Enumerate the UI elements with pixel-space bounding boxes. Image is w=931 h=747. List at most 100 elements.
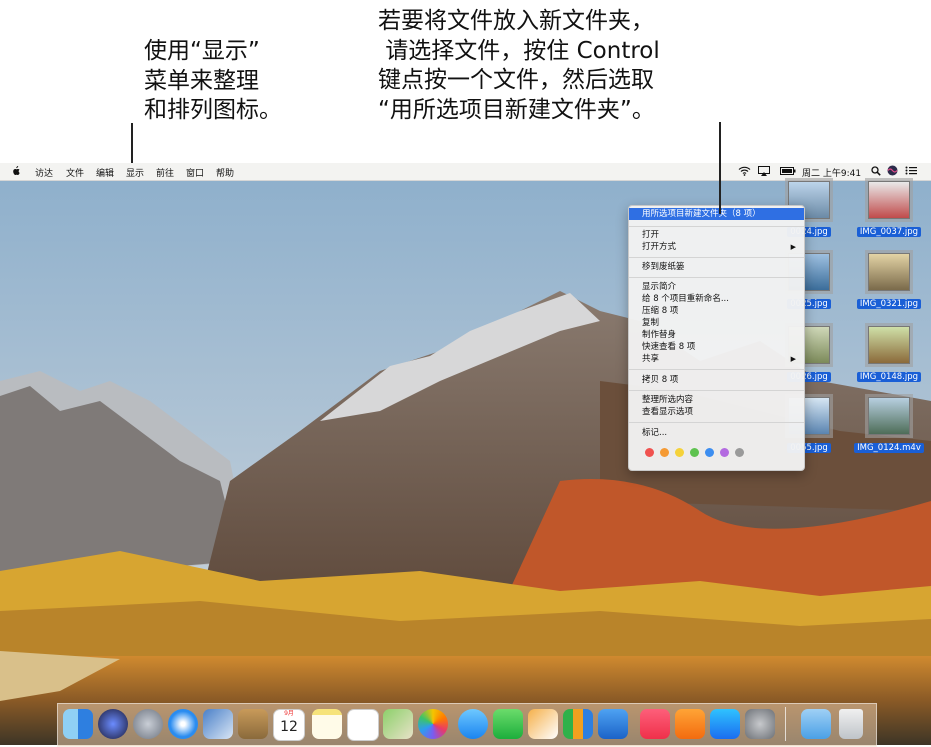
tag-orange[interactable]	[660, 448, 669, 457]
menu-item-label: 查看显示选项	[642, 407, 694, 417]
file-label[interactable]: IMG_0148.jpg	[856, 372, 922, 382]
menu-item-label: 共享	[642, 354, 660, 364]
notes-icon[interactable]	[312, 709, 342, 739]
menu-item-label: 制作替身	[642, 330, 677, 340]
dock: 9月 12	[57, 703, 877, 747]
books-icon[interactable]	[675, 709, 705, 739]
callout-line: “用所选项目新建文件夹”。	[378, 96, 655, 123]
calendar-day: 12	[280, 719, 298, 735]
menu-item-label: 快速查看 8 项	[642, 342, 696, 352]
menu-item-label: 标记...	[642, 428, 668, 438]
menu-separator	[629, 257, 804, 258]
menu-finder[interactable]: 访达	[35, 166, 53, 179]
tag-blue[interactable]	[705, 448, 714, 457]
menu-go[interactable]: 前往	[156, 166, 174, 179]
menu-help[interactable]: 帮助	[216, 166, 234, 179]
menu-item-clean-up-selection[interactable]: 整理所选内容	[629, 394, 804, 406]
pages-icon[interactable]	[528, 709, 558, 739]
callout-line: 请选择文件，按住 Control	[378, 37, 660, 64]
file-thumbnail	[868, 397, 910, 435]
menu-view[interactable]: 显示	[126, 166, 144, 179]
callout-line: 菜单来整理	[144, 67, 259, 94]
siri-icon[interactable]	[887, 165, 898, 176]
messages-icon[interactable]	[458, 709, 488, 739]
menu-item-label: 打开	[642, 230, 660, 240]
trash-icon[interactable]	[839, 709, 863, 739]
menu-item-tags[interactable]: 标记...	[629, 427, 804, 439]
calendar-icon[interactable]: 9月 12	[273, 709, 305, 741]
file-thumbnail	[868, 326, 910, 364]
callout-leader-line	[131, 123, 133, 168]
safari-icon[interactable]	[168, 709, 198, 739]
desktop-file[interactable]: IMG_0037.jpg	[849, 181, 929, 238]
tag-red[interactable]	[645, 448, 654, 457]
photos-icon[interactable]	[418, 709, 448, 739]
dock-divider	[785, 707, 786, 741]
menu-item-label: 复制	[642, 318, 660, 328]
file-label[interactable]: IMG_0037.jpg	[856, 227, 922, 237]
menu-item-quick-look[interactable]: 快速查看 8 项	[629, 341, 804, 353]
menu-item-copy[interactable]: 拷贝 8 项	[629, 374, 804, 386]
menu-window[interactable]: 窗口	[186, 166, 204, 179]
menu-item-duplicate[interactable]: 复制	[629, 317, 804, 329]
spotlight-icon[interactable]	[871, 166, 881, 176]
desktop-file[interactable]: IMG_0124.m4v	[849, 397, 929, 454]
callout-line: 键点按一个文件，然后选取	[378, 67, 654, 93]
menu-item-move-to-trash[interactable]: 移到废纸篓	[629, 261, 804, 273]
menubar-clock[interactable]: 周二 上午9:41	[802, 166, 861, 179]
desktop-file[interactable]: IMG_0148.jpg	[849, 326, 929, 383]
airplay-icon[interactable]	[758, 166, 770, 176]
desktop-file[interactable]: IMG_0321.jpg	[849, 253, 929, 310]
app-store-icon[interactable]	[710, 709, 740, 739]
menu-item-rename[interactable]: 给 8 个项目重新命名...	[629, 293, 804, 305]
photo-booth-icon[interactable]	[203, 709, 233, 739]
menu-item-open[interactable]: 打开	[629, 229, 804, 241]
menu-item-compress[interactable]: 压缩 8 项	[629, 305, 804, 317]
callout-line: 若要将文件放入新文件夹，	[378, 8, 654, 34]
menu-item-label: 给 8 个项目重新命名...	[642, 294, 729, 304]
menu-item-label: 压缩 8 项	[642, 306, 679, 316]
siri-icon[interactable]	[98, 709, 128, 739]
menu-separator	[629, 369, 804, 370]
tag-yellow[interactable]	[675, 448, 684, 457]
menu-separator	[629, 390, 804, 391]
callout-leader-line	[719, 122, 721, 214]
context-menu: 用所选项目新建文件夹（8 项） 打开 打开方式 ▶ 移到废纸篓 显示简介 给 8 …	[628, 205, 805, 471]
callout-view-menu: 使用“显示” 菜单来整理 和排列图标。	[144, 37, 282, 126]
file-thumbnail	[868, 181, 910, 219]
tag-gray[interactable]	[735, 448, 744, 457]
contacts-icon[interactable]	[238, 709, 268, 739]
menu-file[interactable]: 文件	[66, 166, 84, 179]
music-icon[interactable]	[640, 709, 670, 739]
facetime-icon[interactable]	[493, 709, 523, 739]
menu-item-share[interactable]: 共享 ▶	[629, 353, 804, 365]
notification-center-icon[interactable]	[905, 166, 917, 175]
reminders-icon[interactable]	[347, 709, 379, 741]
apple-menu-icon[interactable]	[12, 166, 20, 176]
keynote-icon[interactable]	[598, 709, 628, 739]
file-label[interactable]: IMG_0124.m4v	[854, 443, 924, 453]
menu-item-new-folder-with-selection[interactable]: 用所选项目新建文件夹（8 项）	[629, 208, 804, 220]
maps-icon[interactable]	[383, 709, 413, 739]
downloads-folder-icon[interactable]	[801, 709, 831, 739]
system-preferences-icon[interactable]	[745, 709, 775, 739]
menu-item-label: 拷贝 8 项	[642, 375, 679, 385]
callout-line: 使用“显示”	[144, 38, 260, 64]
menu-item-label: 移到废纸篓	[642, 262, 685, 272]
numbers-icon[interactable]	[563, 709, 593, 739]
tag-green[interactable]	[690, 448, 699, 457]
submenu-arrow-icon: ▶	[790, 355, 796, 363]
menu-item-get-info[interactable]: 显示简介	[629, 281, 804, 293]
menu-item-show-view-options[interactable]: 查看显示选项	[629, 406, 804, 418]
launchpad-icon[interactable]	[133, 709, 163, 739]
menu-edit[interactable]: 编辑	[96, 166, 114, 179]
finder-icon[interactable]	[63, 709, 93, 739]
menu-item-open-with[interactable]: 打开方式 ▶	[629, 241, 804, 253]
tag-purple[interactable]	[720, 448, 729, 457]
menu-separator	[629, 277, 804, 278]
menu-item-make-alias[interactable]: 制作替身	[629, 329, 804, 341]
wifi-icon[interactable]	[738, 166, 751, 176]
menu-separator	[629, 422, 804, 423]
battery-icon[interactable]	[780, 167, 796, 175]
file-label[interactable]: IMG_0321.jpg	[856, 299, 922, 309]
